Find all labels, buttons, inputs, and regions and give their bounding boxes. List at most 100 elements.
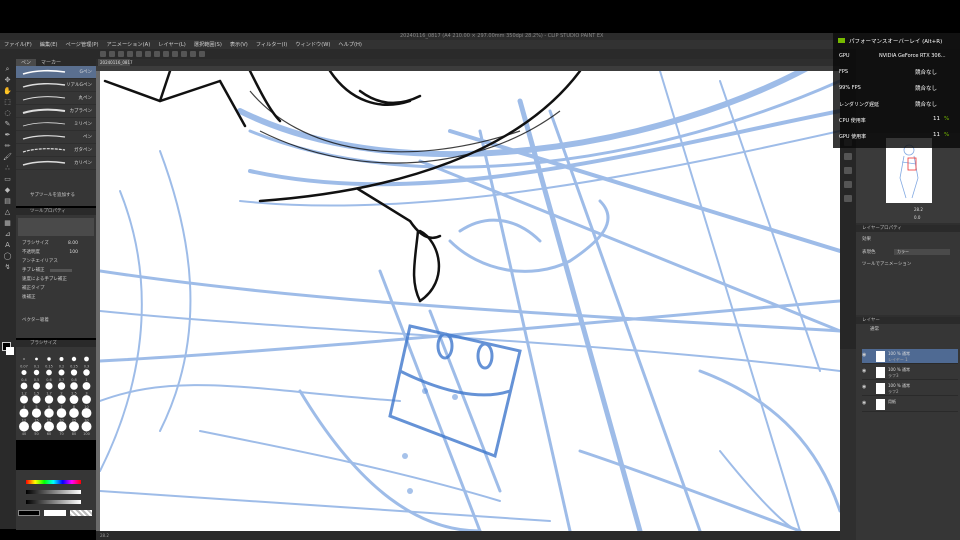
brush-size-dot[interactable] xyxy=(84,356,89,362)
tab-pen[interactable]: ペン xyxy=(16,59,37,66)
property-row[interactable]: アンチエイリアス xyxy=(16,257,96,266)
brush-size-dot[interactable] xyxy=(23,358,25,360)
layer-row[interactable]: ◉ 100 % 通常 ラフ3 xyxy=(862,365,958,380)
invert-icon[interactable] xyxy=(172,51,178,57)
brush-size-dot[interactable] xyxy=(20,395,28,404)
brush-size-dot[interactable] xyxy=(69,421,79,432)
brush-size-dot[interactable] xyxy=(57,382,66,390)
pencil-tool-icon[interactable]: ✏ xyxy=(3,142,12,150)
lasso-tool-icon[interactable]: ◌ xyxy=(3,109,12,117)
layer-row[interactable]: ◉ 用紙 xyxy=(862,397,958,412)
deselect-icon[interactable] xyxy=(163,51,169,57)
property-row[interactable]: 補正タイプ xyxy=(16,284,96,293)
eraser-tool-icon[interactable]: ▭ xyxy=(3,175,12,183)
brush-size-dot[interactable] xyxy=(82,395,91,404)
brush-size-dot[interactable] xyxy=(56,408,67,418)
transparent-chip[interactable] xyxy=(70,510,92,516)
zoom-tool-icon[interactable]: ⌕ xyxy=(3,65,12,73)
brush-size-dot[interactable] xyxy=(71,356,77,362)
brush-size-dot[interactable] xyxy=(69,395,79,404)
brush-size-dot[interactable] xyxy=(58,369,65,376)
info-icon[interactable] xyxy=(844,167,852,174)
layer-row[interactable]: ◉ 100 % 通常 ラフ2 xyxy=(862,381,958,396)
brush-size-dot[interactable] xyxy=(47,357,51,361)
menu-view[interactable]: 表示(V) xyxy=(230,41,248,48)
color-mode-dropdown[interactable]: カラー xyxy=(894,249,950,255)
brush-item[interactable]: カブラペン xyxy=(16,105,96,118)
transform-icon[interactable] xyxy=(154,51,160,57)
menu-help[interactable]: ヘルプ(H) xyxy=(338,41,362,48)
history-icon[interactable] xyxy=(844,181,852,188)
brush-size-dot[interactable] xyxy=(44,421,54,432)
ruler-tool-icon[interactable]: ⊿ xyxy=(3,230,12,238)
balloon-tool-icon[interactable]: ◯ xyxy=(3,252,12,260)
visibility-eye-icon[interactable]: ◉ xyxy=(862,369,867,374)
navigator-zoom[interactable]: 28.2 xyxy=(914,207,923,212)
brush-size-dot[interactable] xyxy=(35,357,38,361)
brush-size-dot[interactable] xyxy=(57,395,66,404)
layer-row[interactable]: ◉ 100 % 通常 レイヤー 1 xyxy=(862,349,958,364)
brush-size-dot[interactable] xyxy=(56,421,67,432)
saturation-slider[interactable] xyxy=(26,490,81,494)
brush-size-dot[interactable] xyxy=(81,421,92,432)
brush-item[interactable]: 丸ペン xyxy=(16,92,96,105)
select-tool-icon[interactable]: ⬚ xyxy=(3,98,12,106)
snap-grid-icon[interactable] xyxy=(190,51,196,57)
brush-size-dot[interactable] xyxy=(70,369,78,376)
add-subtool-button[interactable]: サブツールを追加する xyxy=(30,192,75,198)
brush-size-dot[interactable] xyxy=(44,408,54,418)
menu-select[interactable]: 選択範囲(S) xyxy=(194,41,222,48)
current-color-chip[interactable] xyxy=(18,510,40,516)
brush-size-dot[interactable] xyxy=(82,382,91,390)
brush-item[interactable]: ガタペン xyxy=(16,144,96,157)
open-icon[interactable] xyxy=(109,51,115,57)
hue-slider[interactable] xyxy=(26,480,81,484)
fill-tool-icon[interactable]: ◆ xyxy=(3,186,12,194)
brush-size-dot[interactable] xyxy=(33,382,40,390)
brush-size-dot[interactable] xyxy=(69,408,79,418)
brush-size-dot[interactable] xyxy=(70,382,78,390)
brush-item[interactable]: カリペン xyxy=(16,157,96,170)
undo-icon[interactable] xyxy=(127,51,133,57)
brush-size-dot[interactable] xyxy=(20,382,28,390)
visibility-eye-icon[interactable]: ◉ xyxy=(862,401,867,406)
menu-filter[interactable]: フィルター(I) xyxy=(256,41,287,48)
tab-marker[interactable]: マーカー xyxy=(36,59,66,66)
brush-item[interactable]: Gペン xyxy=(16,66,96,79)
snap-ruler-icon[interactable] xyxy=(181,51,187,57)
brush-size-dot[interactable] xyxy=(33,369,40,376)
visibility-eye-icon[interactable]: ◉ xyxy=(862,353,867,358)
sub-color-chip[interactable] xyxy=(44,510,66,516)
drawing-canvas[interactable] xyxy=(100,71,840,531)
menu-layer[interactable]: レイヤー(L) xyxy=(158,41,186,48)
property-row[interactable]: 後補正 xyxy=(16,293,96,302)
property-row[interactable]: 不透明度 100 xyxy=(16,248,96,257)
property-row[interactable]: 速度による手ブレ補正 xyxy=(16,275,96,284)
menu-edit[interactable]: 編集(E) xyxy=(40,41,58,48)
layer-search-icon[interactable] xyxy=(844,195,852,202)
blend-mode-dropdown[interactable]: 通常 xyxy=(870,326,879,332)
brush-item[interactable]: ミリペン xyxy=(16,118,96,131)
brush-size-dot[interactable] xyxy=(83,369,90,376)
brush-size-dot[interactable] xyxy=(81,408,92,418)
correct-line-tool-icon[interactable]: ↯ xyxy=(3,263,12,271)
frame-tool-icon[interactable]: ▦ xyxy=(3,219,12,227)
menu-animation[interactable]: アニメーション(A) xyxy=(107,41,151,48)
visibility-eye-icon[interactable]: ◉ xyxy=(862,385,867,390)
value-slider[interactable] xyxy=(26,500,81,504)
hand-tool-icon[interactable]: ✋ xyxy=(3,87,12,95)
property-row[interactable]: ベクター吸着 xyxy=(16,316,96,325)
airbrush-tool-icon[interactable]: ∴ xyxy=(3,164,12,172)
brush-item[interactable]: リアルGペン xyxy=(16,79,96,92)
brush-size-dot[interactable] xyxy=(19,408,29,418)
menu-page[interactable]: ページ管理(P) xyxy=(66,41,99,48)
brush-size-dot[interactable] xyxy=(31,408,42,418)
brush-size-grid[interactable]: 0.07 0.1 0.15 0.2 0.25 0.3 0.4 0.5 0.6 0.7 0.8 1 1.2… xyxy=(18,354,94,436)
document-tab[interactable]: 20240116_0817 xyxy=(98,59,133,66)
eyedropper-tool-icon[interactable]: ✎ xyxy=(3,120,12,128)
brush-size-dot[interactable] xyxy=(46,369,52,376)
menu-window[interactable]: ウィンドウ(W) xyxy=(295,41,330,48)
brush-size-dot[interactable] xyxy=(31,421,42,432)
brush-size-dot[interactable] xyxy=(19,421,29,432)
navigator-rotate[interactable]: 0.0 xyxy=(914,215,920,220)
